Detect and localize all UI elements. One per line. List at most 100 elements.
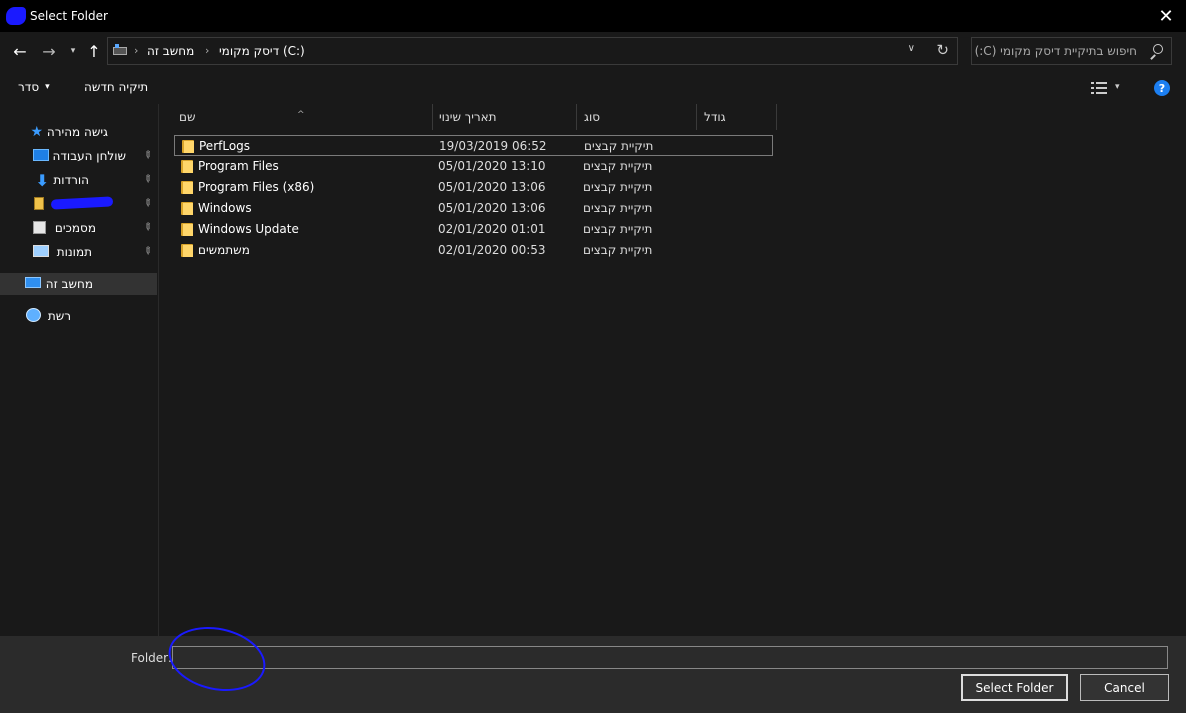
column-header-label: תאריך שינוי [439,110,497,124]
sidebar-item-label: מחשב זה [45,277,93,291]
breadcrumb-this-pc[interactable]: מחשב זה [147,44,194,58]
column-header-date[interactable]: תאריך שינוי [433,104,577,130]
file-date: 02/01/2020 00:53 [438,243,546,257]
column-header-type[interactable]: סוג [577,104,697,130]
pin-icon[interactable]: ✎ [140,173,154,187]
redacted-folder-icon [34,197,44,210]
drive-icon [112,44,128,58]
pin-icon[interactable]: ✎ [140,197,154,211]
file-type: תיקיית קבצים [583,222,653,236]
dialog-footer: Folder: Select Folder Cancel [0,618,1186,713]
folder-icon [181,202,193,215]
table-row[interactable]: Program Files 05/01/2020 13:10 תיקיית קב… [174,156,773,177]
computer-icon [25,277,41,288]
column-header-name[interactable]: שם ^ [159,104,433,130]
forward-button[interactable]: → [37,40,61,62]
navigation-pane: גישה מהירה ★ שולחן העבודה ✎ הורדות ⬇ ✎ ✎… [0,104,159,636]
sidebar-item-label: תמונות [56,245,92,259]
column-header-size[interactable]: גודל [697,104,777,130]
view-options-icon[interactable] [1091,81,1107,95]
file-type: תיקיית קבצים [583,159,653,173]
file-name: Program Files [198,159,279,173]
folder-input[interactable] [172,646,1168,669]
window-title: Select Folder [30,9,108,23]
sidebar-item-label: רשת [47,309,71,323]
folder-icon [181,223,193,236]
table-row[interactable]: Program Files (x86) 05/01/2020 13:06 תיק… [174,177,773,198]
chevron-right-icon[interactable]: › [205,44,209,57]
search-icon[interactable] [1149,44,1163,60]
sidebar-item-quick-access[interactable]: גישה מהירה ★ [0,121,157,143]
folder-icon [181,160,193,173]
search-input[interactable]: חיפוש בתיקיית דיסק מקומי (C:) [971,37,1172,65]
network-icon [26,308,41,322]
up-button[interactable]: ↑ [84,40,104,62]
column-header-label: סוג [584,110,601,124]
desktop-icon [33,149,49,161]
column-header-label: שם [179,110,196,124]
file-name: Windows [198,201,252,215]
redaction-mark [50,196,114,210]
folder-icon [182,140,194,153]
sidebar-item-redacted[interactable]: ✎ [0,193,157,215]
sidebar-item-label: שולחן העבודה [52,149,126,163]
folder-icon [181,181,193,194]
pin-icon[interactable]: ✎ [140,245,154,259]
file-type: תיקיית קבצים [584,139,654,153]
cancel-button[interactable]: Cancel [1080,674,1169,701]
file-date: 05/01/2020 13:10 [438,159,546,173]
sidebar-item-desktop[interactable]: שולחן העבודה ✎ [0,145,157,167]
title-bar: Select Folder ✕ [0,0,1186,32]
folder-field-label: Folder: [131,651,172,665]
recent-locations-button[interactable]: ▾ [64,40,82,62]
select-folder-button[interactable]: Select Folder [961,674,1068,701]
sidebar-item-label: מסמכים [54,221,96,235]
sidebar-item-label: הורדות [53,173,89,187]
back-button[interactable]: ← [8,40,32,62]
address-bar[interactable]: › מחשב זה › דיסק מקומי (C:) ∨ ↻ [107,37,958,65]
pin-icon[interactable]: ✎ [140,149,154,163]
sidebar-item-this-pc[interactable]: מחשב זה [0,273,157,295]
refresh-icon[interactable]: ↻ [936,41,949,59]
file-name: Windows Update [198,222,299,236]
organize-button[interactable]: סדר ▾ [18,80,50,94]
sidebar-item-downloads[interactable]: הורדות ⬇ ✎ [0,169,157,191]
file-type: תיקיית קבצים [583,201,653,215]
file-name: Program Files (x86) [198,180,315,194]
file-name: משתמשים [198,243,250,257]
command-bar: סדר ▾ תיקיה חדשה ▾ ? [0,72,1186,104]
file-date: 19/03/2019 06:52 [439,139,547,153]
table-row[interactable]: Windows 05/01/2020 13:06 תיקיית קבצים [174,198,773,219]
column-header-label: גודל [704,110,726,124]
file-list: שם ^ תאריך שינוי סוג גודל PerfLogs 19/03… [159,104,1186,636]
chevron-down-icon: ▾ [45,82,50,92]
view-dropdown-icon[interactable]: ▾ [1115,82,1120,92]
table-row[interactable]: משתמשים 02/01/2020 00:53 תיקיית קבצים [174,240,773,261]
table-row[interactable]: Windows Update 02/01/2020 01:01 תיקיית ק… [174,219,773,240]
file-type: תיקיית קבצים [583,243,653,257]
close-button[interactable]: ✕ [1146,0,1186,32]
star-icon: ★ [30,124,43,140]
sidebar-item-label [50,196,114,211]
organize-label: סדר [18,80,40,94]
folder-icon [181,244,193,257]
sidebar-item-label: גישה מהירה [46,125,108,139]
table-row[interactable]: PerfLogs 19/03/2019 06:52 תיקיית קבצים [174,135,773,156]
address-dropdown-icon[interactable]: ∨ [908,43,915,54]
file-name: PerfLogs [199,139,251,153]
search-placeholder: חיפוש בתיקיית דיסק מקומי (C:) [974,44,1137,58]
sort-ascending-icon: ^ [297,110,305,120]
downloads-icon: ⬇ [35,171,49,190]
navigation-bar: ← → ▾ ↑ › מחשב זה › דיסק מקומי (C:) ∨ ↻ … [0,32,1186,72]
breadcrumb-local-disk[interactable]: דיסק מקומי (C:) [219,44,305,58]
file-date: 05/01/2020 13:06 [438,180,546,194]
sidebar-item-documents[interactable]: מסמכים ✎ [0,217,157,239]
help-icon[interactable]: ? [1154,80,1170,96]
chevron-right-icon[interactable]: › [134,44,138,57]
new-folder-button[interactable]: תיקיה חדשה [84,80,148,94]
file-date: 05/01/2020 13:06 [438,201,546,215]
pin-icon[interactable]: ✎ [140,221,154,235]
sidebar-item-pictures[interactable]: תמונות ✎ [0,241,157,263]
file-type: תיקיית קבצים [583,180,653,194]
sidebar-item-network[interactable]: רשת [0,305,157,327]
